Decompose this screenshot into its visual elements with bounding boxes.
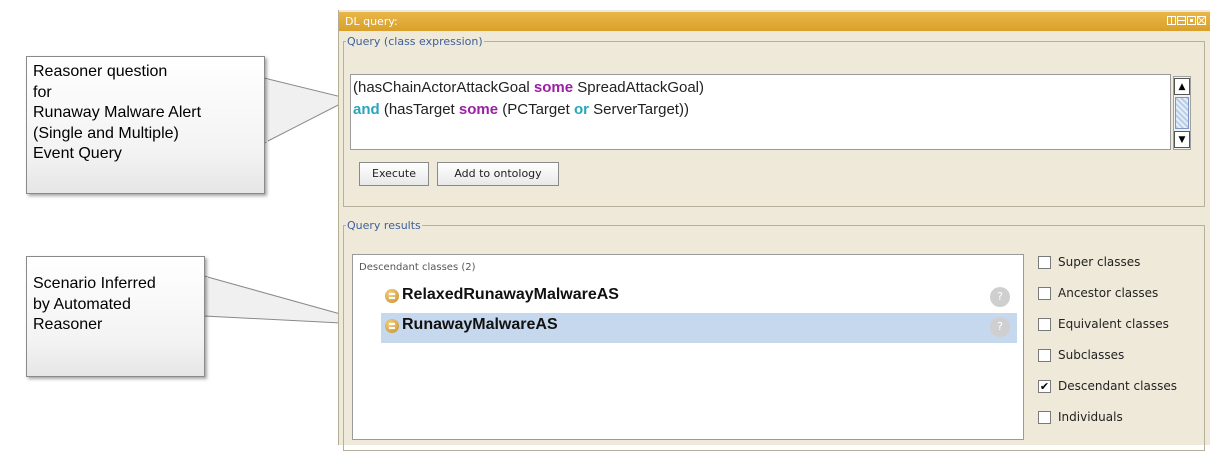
close-icon[interactable] <box>1197 16 1206 25</box>
split-icon[interactable] <box>1177 16 1186 25</box>
view-title: DL query: <box>345 15 398 28</box>
scroll-down-button[interactable]: ▼ <box>1174 131 1190 148</box>
class-icon <box>385 289 399 303</box>
callout-reasoner-question: Reasoner question for Runaway Malware Al… <box>26 56 265 194</box>
callout-line: Reasoner question <box>33 63 168 80</box>
results-list: Descendant classes (2) RelaxedRunawayMal… <box>352 254 1024 440</box>
add-to-ontology-button[interactable]: Add to ontology <box>437 162 559 186</box>
expression-text: SpreadAttackGoal) <box>573 79 705 96</box>
view-title-bar: DL query: <box>339 12 1210 31</box>
checkbox[interactable] <box>1038 287 1051 300</box>
help-icon[interactable]: ? <box>990 317 1010 337</box>
execute-button[interactable]: Execute <box>359 162 429 186</box>
class-expression-editor[interactable]: (hasChainActorAttackGoal some SpreadAtta… <box>350 74 1171 150</box>
editor-scrollbar[interactable]: ▲ ▼ <box>1173 76 1191 150</box>
checkbox-checked[interactable]: ✔ <box>1038 380 1051 393</box>
callout-line: for <box>33 83 52 101</box>
expression-line-2: and (hasTarget some (PCTarget or ServerT… <box>353 101 689 118</box>
window-controls <box>1167 16 1206 25</box>
expression-line-1: (hasChainActorAttackGoal some SpreadAtta… <box>353 79 704 96</box>
scroll-up-button[interactable]: ▲ <box>1174 78 1190 95</box>
option-label: Subclasses <box>1058 348 1125 362</box>
callout-line: Event Query <box>33 145 122 162</box>
results-header: Descendant classes (2) <box>359 262 476 273</box>
checkbox[interactable] <box>1038 349 1051 362</box>
option-label: Individuals <box>1058 410 1123 424</box>
view-icon[interactable] <box>1167 16 1176 25</box>
option-label: Super classes <box>1058 255 1141 269</box>
results-legend: Query results <box>347 219 421 232</box>
callout-line: Reasoner <box>33 316 103 333</box>
keyword-some: some <box>458 101 499 118</box>
checkbox[interactable] <box>1038 318 1051 331</box>
callout-line: Runaway Malware Alert <box>33 104 202 121</box>
checkbox[interactable] <box>1038 256 1051 269</box>
class-name: RunawayMalwareAS <box>402 316 558 333</box>
query-legend: Query (class expression) <box>347 35 483 48</box>
keyword-and: and <box>353 101 380 118</box>
checkbox[interactable] <box>1038 411 1051 424</box>
expression-text: (PCTarget <box>498 101 574 118</box>
keyword-or: or <box>573 101 589 118</box>
option-label: Ancestor classes <box>1058 286 1159 300</box>
callout-scenario-inferred: Scenario Inferred by Automated Reasoner <box>26 256 205 377</box>
maximize-icon[interactable] <box>1187 16 1196 25</box>
result-item[interactable]: RelaxedRunawayMalwareAS ? <box>381 283 1017 313</box>
option-label: Descendant classes <box>1058 379 1177 393</box>
help-icon[interactable]: ? <box>990 287 1010 307</box>
callout-line: by Automated <box>33 295 131 313</box>
class-name: RelaxedRunawayMalwareAS <box>402 286 619 303</box>
expression-text: (hasTarget <box>379 101 459 118</box>
dl-query-view: DL query: Query (class expression) (hasC… <box>338 10 1210 451</box>
callout-line: Scenario Inferred <box>33 275 156 292</box>
expression-text: ServerTarget)) <box>588 101 689 118</box>
scroll-thumb[interactable] <box>1175 97 1189 129</box>
option-label: Equivalent classes <box>1058 317 1169 331</box>
expression-text: (hasChainActorAttackGoal <box>353 79 534 96</box>
class-icon <box>385 319 399 333</box>
callout-line: (Single and Multiple) <box>33 124 179 142</box>
result-item-selected[interactable]: RunawayMalwareAS ? <box>381 313 1017 343</box>
keyword-some: some <box>533 79 574 96</box>
